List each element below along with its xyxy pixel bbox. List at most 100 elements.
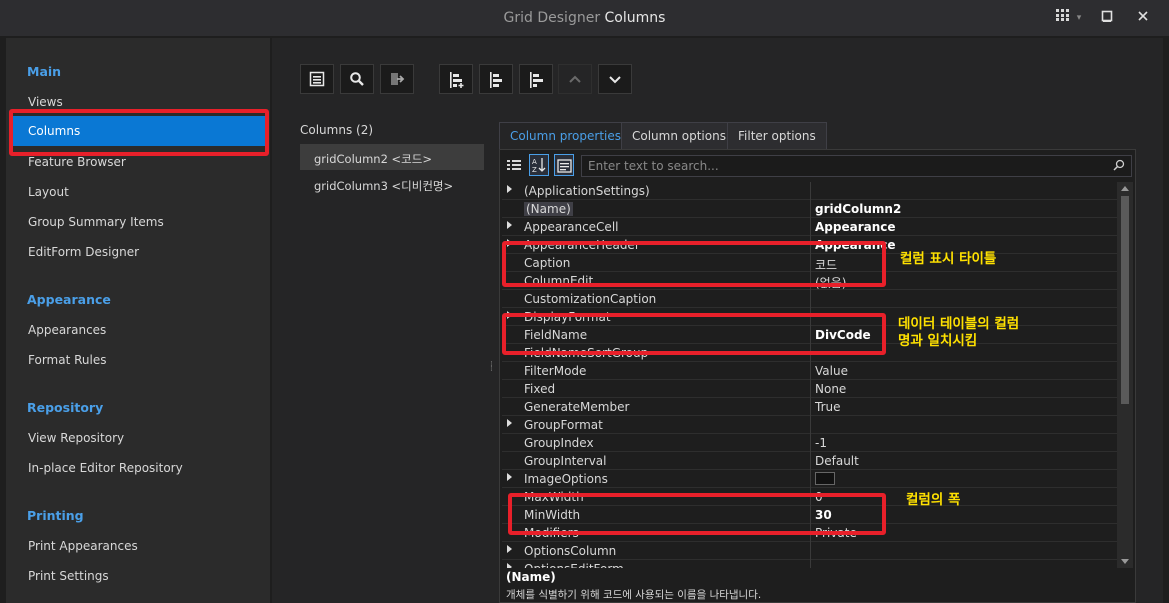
property-row[interactable]: OptionsColumn (502, 542, 1117, 560)
property-value[interactable] (810, 416, 815, 434)
scroll-up-icon[interactable] (1121, 186, 1129, 191)
property-row[interactable]: Fixed None (502, 380, 1117, 398)
column-list-item[interactable]: gridColumn3 <디비컨명> (300, 171, 484, 197)
property-row[interactable]: (ApplicationSettings) (502, 182, 1117, 200)
sidebar-item-appearances[interactable]: Appearances (28, 323, 106, 337)
property-value[interactable]: 코드 (810, 254, 837, 272)
search-button[interactable] (340, 64, 374, 94)
property-name: ImageOptions (524, 472, 608, 486)
expand-arrow-icon[interactable] (507, 311, 512, 319)
property-value[interactable]: (없음) (810, 272, 846, 290)
property-name: FieldNameSortGroup (524, 346, 649, 360)
property-search-input[interactable]: Enter text to search... (581, 155, 1132, 177)
columns-list-title: Columns (2) (300, 123, 374, 137)
property-row[interactable]: FilterMode Value (502, 362, 1117, 380)
property-row[interactable]: OptionsEditForm (502, 560, 1117, 568)
property-name: Caption (524, 256, 571, 270)
property-value[interactable]: True (810, 398, 841, 416)
property-row[interactable]: ColumnEdit (없음) (502, 272, 1117, 290)
property-value[interactable]: 30 (810, 506, 832, 524)
property-name: Fixed (524, 382, 556, 396)
add-column-button[interactable] (439, 64, 473, 94)
property-row[interactable]: DisplayFormat (502, 308, 1117, 326)
property-row[interactable]: GroupFormat (502, 416, 1117, 434)
column-list-item[interactable]: gridColumn2 <코드> (300, 144, 484, 170)
window-title-part1: Grid Designer (503, 10, 601, 26)
search-icon (1113, 159, 1125, 174)
property-value[interactable]: Appearance (810, 236, 896, 254)
property-grid-scrollbar[interactable] (1117, 182, 1133, 568)
property-value[interactable] (810, 344, 815, 362)
expand-arrow-icon[interactable] (507, 473, 512, 481)
show-list-button[interactable] (300, 64, 334, 94)
close-icon[interactable] (1132, 8, 1154, 28)
property-row[interactable]: MinWidth 30 (502, 506, 1117, 524)
property-row[interactable]: CustomizationCaption (502, 290, 1117, 308)
expand-arrow-icon[interactable] (507, 419, 512, 427)
scroll-thumb[interactable] (1121, 196, 1129, 404)
sidebar-item-views[interactable]: Views (28, 95, 63, 109)
property-row[interactable]: FieldNameSortGroup (502, 344, 1117, 362)
property-row[interactable]: MaxWidth 0 (502, 488, 1117, 506)
property-row[interactable]: Modifiers Private (502, 524, 1117, 542)
property-value[interactable]: -1 (810, 434, 827, 452)
sidebar-item-editform-designer[interactable]: EditForm Designer (28, 245, 139, 259)
sidebar-item-layout[interactable]: Layout (28, 185, 69, 199)
expand-arrow-icon[interactable] (507, 239, 512, 247)
property-row[interactable]: (Name) gridColumn2 (502, 200, 1117, 218)
columns-list[interactable]: gridColumn2 <코드> gridColumn3 <디비컨명> (300, 141, 486, 603)
property-value[interactable]: Value (810, 362, 848, 380)
sidebar-item-print-settings[interactable]: Print Settings (28, 569, 109, 583)
property-row[interactable]: Caption 코드 (502, 254, 1117, 272)
property-row[interactable]: GenerateMember True (502, 398, 1117, 416)
sidebar-item-columns[interactable]: Columns (12, 116, 266, 146)
property-value[interactable]: gridColumn2 (810, 200, 901, 218)
move-down-button[interactable] (598, 64, 632, 94)
property-value[interactable] (810, 182, 815, 200)
tab-column-options[interactable]: Column options (621, 122, 737, 149)
property-value[interactable] (810, 542, 815, 560)
property-row[interactable]: AppearanceCell Appearance (502, 218, 1117, 236)
property-row[interactable]: ImageOptions (502, 470, 1117, 488)
expand-arrow-icon[interactable] (507, 545, 512, 553)
property-value[interactable] (810, 290, 815, 308)
splitter-handle[interactable]: ⁞ ⁞ (490, 361, 493, 374)
property-value[interactable]: 0 (810, 488, 823, 506)
property-value[interactable]: None (810, 380, 846, 398)
property-value[interactable]: Private (810, 524, 857, 542)
retrieve-fields-button[interactable] (380, 64, 414, 94)
tab-column-properties[interactable]: Column properties (499, 122, 633, 149)
expand-arrow-icon[interactable] (507, 563, 512, 568)
sidebar-item-inplace-editor-repository[interactable]: In-place Editor Repository (28, 461, 183, 475)
property-value[interactable] (810, 560, 815, 568)
sidebar-item-feature-browser[interactable]: Feature Browser (28, 155, 126, 169)
property-value[interactable] (810, 308, 815, 326)
maximize-icon[interactable] (1096, 8, 1118, 28)
property-row[interactable]: GroupInterval Default (502, 452, 1117, 470)
property-value[interactable]: Appearance (810, 218, 896, 236)
alphabetical-view-button[interactable]: AZ (529, 154, 549, 176)
remove-column-button[interactable] (519, 64, 553, 94)
expand-arrow-icon[interactable] (507, 185, 512, 193)
property-row[interactable]: AppearanceHeader Appearance (502, 236, 1117, 254)
categorized-view-button[interactable] (506, 157, 522, 176)
color-swatch[interactable] (815, 472, 835, 485)
sidebar-item-format-rules[interactable]: Format Rules (28, 353, 106, 367)
property-name: Modifiers (524, 526, 579, 540)
property-value[interactable]: Default (810, 452, 859, 470)
move-up-button[interactable] (558, 64, 592, 94)
scroll-down-icon[interactable] (1121, 559, 1129, 564)
property-value[interactable]: DivCode (810, 326, 871, 344)
property-row[interactable]: GroupIndex -1 (502, 434, 1117, 452)
expand-arrow-icon[interactable] (507, 221, 512, 229)
tab-filter-options[interactable]: Filter options (727, 122, 827, 149)
property-row[interactable]: FieldName DivCode (502, 326, 1117, 344)
sidebar-item-group-summary-items[interactable]: Group Summary Items (28, 215, 164, 229)
sidebar-item-view-repository[interactable]: View Repository (28, 431, 124, 445)
property-pages-button[interactable] (554, 154, 574, 176)
insert-column-button[interactable] (479, 64, 513, 94)
sidebar-item-print-appearances[interactable]: Print Appearances (28, 539, 138, 553)
chevron-down-icon[interactable]: ▾ (1068, 8, 1090, 28)
property-value[interactable] (810, 470, 835, 488)
property-name: FieldName (524, 328, 588, 342)
